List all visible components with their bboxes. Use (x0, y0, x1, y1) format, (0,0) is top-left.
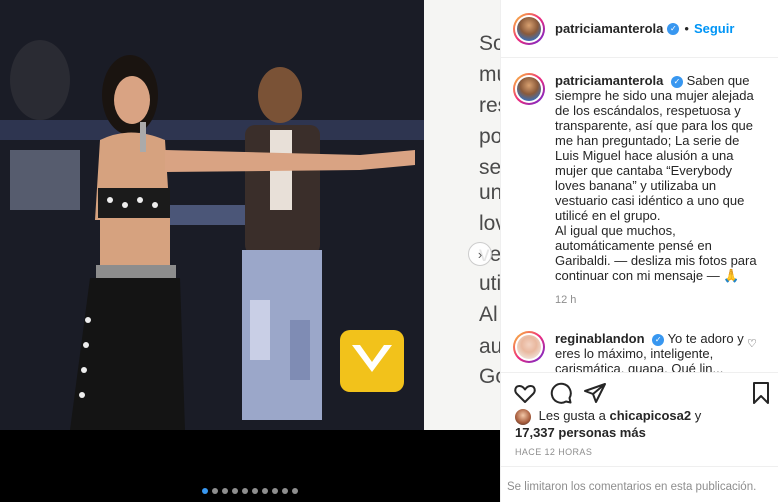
follow-button[interactable]: Seguir (694, 21, 734, 36)
avatar[interactable] (513, 331, 545, 363)
overlay-line: mu (479, 63, 500, 86)
carousel-dot (272, 488, 278, 494)
overlay-line: So (479, 32, 500, 55)
header-separator: • (684, 21, 689, 36)
comment-text-cut: carismática, guapa. Qué lin... (555, 361, 724, 372)
carousel-dot (292, 488, 298, 494)
post-media[interactable]: So mu res po se un lov ve uti Al au Go › (0, 0, 500, 502)
overlay-line: po (479, 125, 500, 148)
concert-photo-illustration (0, 0, 424, 430)
heart-icon[interactable] (513, 381, 537, 405)
carousel-dot (202, 488, 208, 494)
like-comment-icon[interactable]: ♡ (747, 337, 757, 350)
overlay-line: au (479, 335, 500, 358)
caption-text: Saben que siempre he sido una mujer alej… (555, 73, 754, 223)
overlay-line: lov (479, 212, 500, 235)
likes-count[interactable]: 17,337 personas más (515, 425, 646, 440)
comment-username[interactable]: reginablandon (555, 331, 645, 346)
carousel-dot (252, 488, 258, 494)
caption-body: patriciamanterola ✓ Saben que siempre he… (555, 73, 765, 308)
photo-caption-overlay: So mu res po se un lov ve uti Al au Go (424, 0, 500, 430)
verified-badge-icon: ✓ (667, 22, 680, 35)
comments-limited-notice: Se limitaron los comentarios en esta pub… (501, 466, 778, 502)
comments-section[interactable]: patriciamanterola ✓ Saben que siempre he… (501, 59, 778, 372)
carousel-dot (232, 488, 238, 494)
caption-username[interactable]: patriciamanterola (555, 73, 663, 88)
post-details-panel: patriciamanterola ✓ • Seguir patriciaman… (500, 0, 778, 502)
header-username[interactable]: patriciamanterola (555, 21, 663, 36)
overlay-line: Go (479, 365, 500, 388)
likes-conj: y (694, 408, 702, 423)
save-bookmark-icon[interactable] (749, 381, 773, 405)
overlay-line: Al (479, 303, 498, 326)
carousel-dot (212, 488, 218, 494)
avatar[interactable] (513, 73, 545, 105)
overlay-line: un (479, 181, 500, 204)
carousel-indicator (0, 488, 500, 494)
share-icon[interactable] (583, 381, 607, 405)
next-photo-button[interactable]: › (468, 242, 492, 266)
comment-icon[interactable] (549, 381, 573, 405)
comment-body: reginablandon ✓ Yo te adoro y eres lo má… (555, 331, 765, 372)
carousel-dot (242, 488, 248, 494)
overlay-line: uti (479, 272, 500, 295)
caption-comment: patriciamanterola ✓ Saben que siempre he… (513, 73, 765, 308)
liker-avatar (515, 408, 531, 425)
caption-text-2: Al igual que muchos, automáticamente pen… (555, 223, 757, 283)
liker-username[interactable]: chicapicosa2 (609, 408, 691, 423)
overlay-line: res (479, 94, 500, 117)
verified-badge-icon: ✓ (652, 333, 665, 346)
likes-summary[interactable]: Les gusta a chicapicosa2 y 17,337 person… (515, 408, 775, 441)
comment-item: reginablandon ✓ Yo te adoro y eres lo má… (513, 331, 765, 372)
post-timestamp[interactable]: HACE 12 HORAS (515, 447, 592, 457)
carousel-dot (282, 488, 288, 494)
verified-badge-icon: ✓ (671, 75, 683, 88)
caption-age: 12 h (555, 294, 577, 306)
carousel-dot (262, 488, 268, 494)
likes-prefix: Les gusta a (538, 408, 606, 423)
overlay-line: se (479, 156, 500, 179)
avatar[interactable] (513, 12, 545, 45)
carousel-dot (222, 488, 228, 494)
post-header: patriciamanterola ✓ • Seguir (501, 0, 778, 58)
action-bar (501, 372, 778, 412)
